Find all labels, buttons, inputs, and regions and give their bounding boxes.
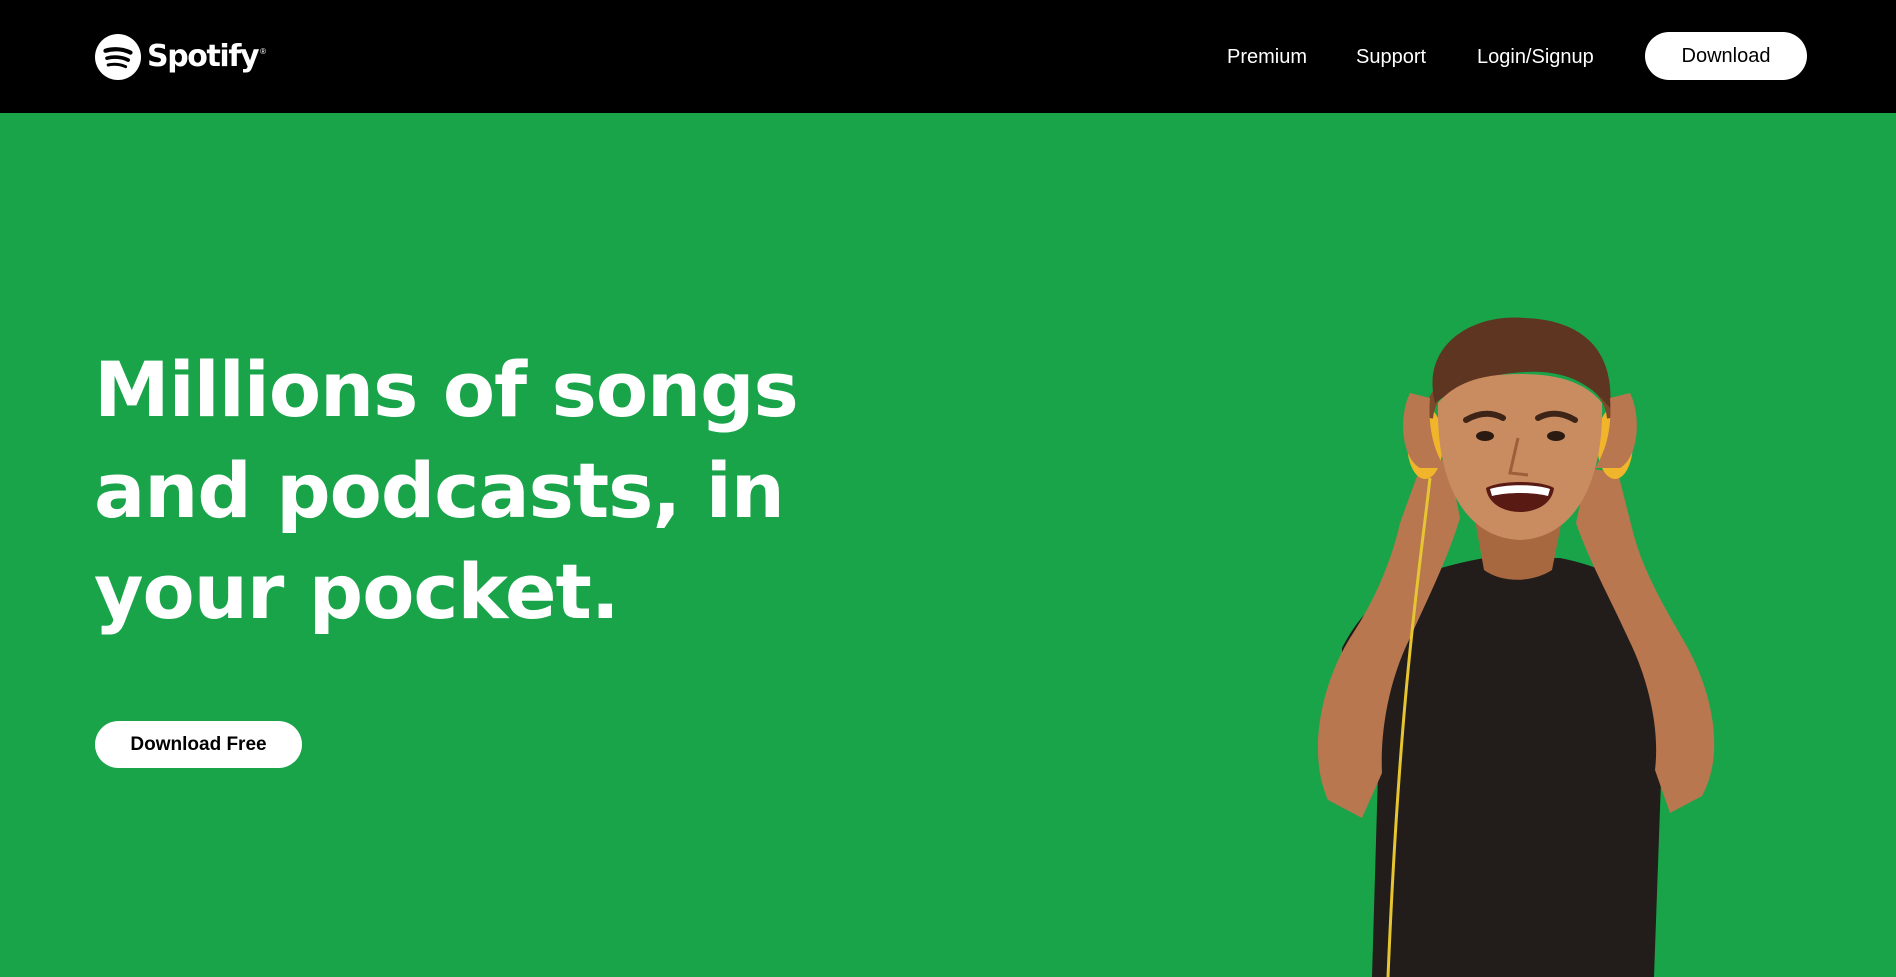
download-button[interactable]: Download [1645, 32, 1807, 80]
man-with-headphones-photo [1270, 308, 1760, 977]
nav-link-premium[interactable]: Premium [1227, 44, 1307, 70]
download-free-button[interactable]: Download Free [95, 721, 302, 768]
spotify-logo[interactable]: Spotify ® [95, 34, 266, 80]
nav-link-login-signup[interactable]: Login/Signup [1477, 44, 1594, 70]
spotify-logo-icon [95, 34, 141, 80]
nav-link-support[interactable]: Support [1356, 44, 1426, 70]
hero-title: Millions of songs and podcasts, in your … [94, 345, 799, 636]
hero-section: Millions of songs and podcasts, in your … [0, 113, 1896, 977]
logo-wordmark: Spotify [147, 39, 260, 74]
registered-mark: ® [260, 47, 267, 56]
top-navbar: Spotify ® Premium Support Login/Signup D… [0, 0, 1896, 113]
